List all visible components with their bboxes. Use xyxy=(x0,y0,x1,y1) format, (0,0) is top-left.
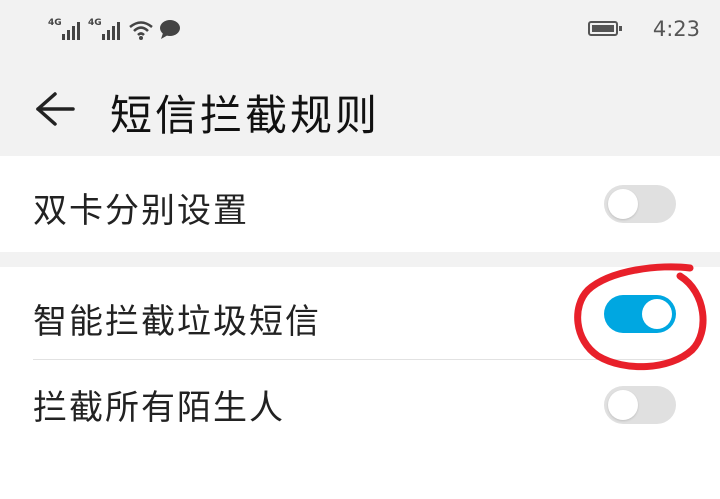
wifi-icon xyxy=(129,21,153,40)
section-divider xyxy=(0,252,720,267)
setting-row-block-strangers[interactable]: 拦截所有陌生人 xyxy=(0,360,720,450)
status-time: 4:23 xyxy=(652,17,700,41)
toggle-dual-sim[interactable] xyxy=(604,185,676,223)
setting-label-dual-sim: 双卡分别设置 xyxy=(33,191,249,231)
cellular-signal-2-icon: 4G xyxy=(88,18,122,40)
toggle-smart-block[interactable] xyxy=(604,295,676,333)
setting-row-dual-sim[interactable]: 双卡分别设置 xyxy=(0,156,720,252)
cellular-signal-1-icon: 4G xyxy=(48,18,82,40)
network-type-2: 4G xyxy=(88,18,102,28)
setting-label-smart-block: 智能拦截垃圾短信 xyxy=(33,302,321,342)
status-bar: 4G 4G 4:23 xyxy=(0,0,720,60)
settings-group-1: 双卡分别设置 xyxy=(0,156,720,252)
toggle-knob xyxy=(608,390,638,420)
network-type-1: 4G xyxy=(48,18,62,28)
message-icon xyxy=(160,20,180,39)
header: 短信拦截规则 xyxy=(0,60,720,156)
toggle-knob xyxy=(642,299,672,329)
setting-label-block-strangers: 拦截所有陌生人 xyxy=(33,388,285,428)
page-title: 短信拦截规则 xyxy=(110,91,381,140)
toggle-knob xyxy=(608,189,638,219)
settings-group-2: 智能拦截垃圾短信 拦截所有陌生人 xyxy=(0,267,720,499)
arrow-left-icon[interactable] xyxy=(33,88,75,130)
battery-icon xyxy=(588,21,622,36)
toggle-block-strangers[interactable] xyxy=(604,386,676,424)
setting-row-smart-block[interactable]: 智能拦截垃圾短信 xyxy=(0,267,720,360)
